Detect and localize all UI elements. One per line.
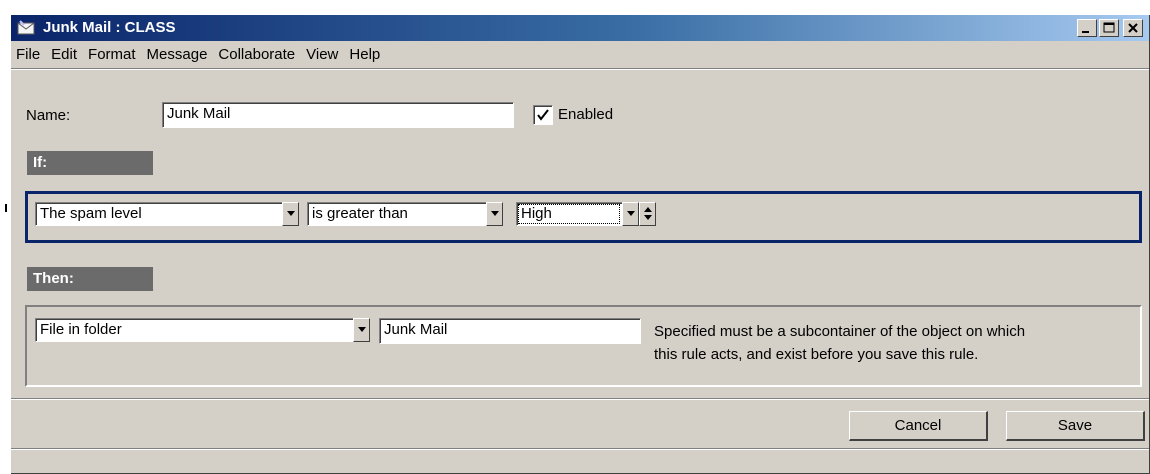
menu-message[interactable]: Message [147, 43, 208, 67]
envelope-icon [17, 20, 35, 35]
operator-select[interactable]: is greater than [307, 202, 503, 226]
title-bar[interactable]: Junk Mail : CLASS [11, 15, 1149, 41]
save-button[interactable]: Save [1006, 411, 1145, 441]
minimize-button[interactable] [1077, 19, 1097, 37]
action-dropdown[interactable] [353, 318, 370, 342]
rule-window: Junk Mail : CLASS File Edit Format Messa… [10, 14, 1149, 473]
footer-divider [11, 398, 1149, 400]
action-select[interactable]: File in folder [35, 318, 370, 342]
cancel-button[interactable]: Cancel [849, 411, 988, 441]
name-label: Name: [26, 107, 71, 124]
window-title: Junk Mail : CLASS [43, 19, 176, 36]
chevron-down-icon [627, 211, 635, 216]
condition-field-select[interactable]: The spam level [35, 202, 299, 226]
minimize-icon [1082, 31, 1089, 33]
menu-format[interactable]: Format [88, 43, 136, 67]
level-dropdown[interactable] [622, 202, 639, 226]
close-button[interactable] [1123, 19, 1143, 37]
enabled-checkbox[interactable] [533, 105, 553, 125]
menu-collaborate[interactable]: Collaborate [218, 43, 295, 67]
stray-mark [5, 204, 7, 212]
if-heading: If: [27, 151, 153, 175]
enabled-label: Enabled [558, 106, 614, 123]
status-bar [11, 450, 1149, 473]
level-select[interactable]: High [516, 202, 656, 226]
operator-dropdown[interactable] [486, 202, 503, 226]
menu-divider [11, 68, 1149, 70]
level-spinner[interactable] [639, 202, 656, 226]
name-input[interactable]: Junk Mail [162, 102, 514, 128]
menu-bar: File Edit Format Message Collaborate Vie… [11, 43, 1149, 67]
menu-file[interactable]: File [16, 43, 40, 67]
chevron-down-icon [358, 327, 366, 332]
action-value: File in folder [35, 318, 353, 342]
checkmark-icon [537, 109, 549, 121]
operator-value: is greater than [307, 202, 486, 226]
menu-edit[interactable]: Edit [51, 43, 77, 67]
folder-hint-line-1: Specified must be a subcontainer of the … [654, 323, 1026, 340]
close-icon [1128, 23, 1138, 33]
condition-field-value: The spam level [35, 202, 282, 226]
up-down-arrows-icon [644, 207, 652, 220]
chevron-down-icon [287, 211, 295, 216]
menu-help[interactable]: Help [349, 43, 380, 67]
level-value: High [516, 202, 622, 226]
folder-input[interactable]: Junk Mail [379, 318, 641, 344]
then-heading: Then: [27, 267, 153, 291]
condition-field-dropdown[interactable] [282, 202, 299, 226]
maximize-icon [1103, 22, 1115, 33]
folder-hint-line-2: this rule acts, and exist before you sav… [654, 346, 979, 363]
maximize-button[interactable] [1099, 19, 1119, 37]
menu-view[interactable]: View [306, 43, 338, 67]
chevron-down-icon [491, 211, 499, 216]
